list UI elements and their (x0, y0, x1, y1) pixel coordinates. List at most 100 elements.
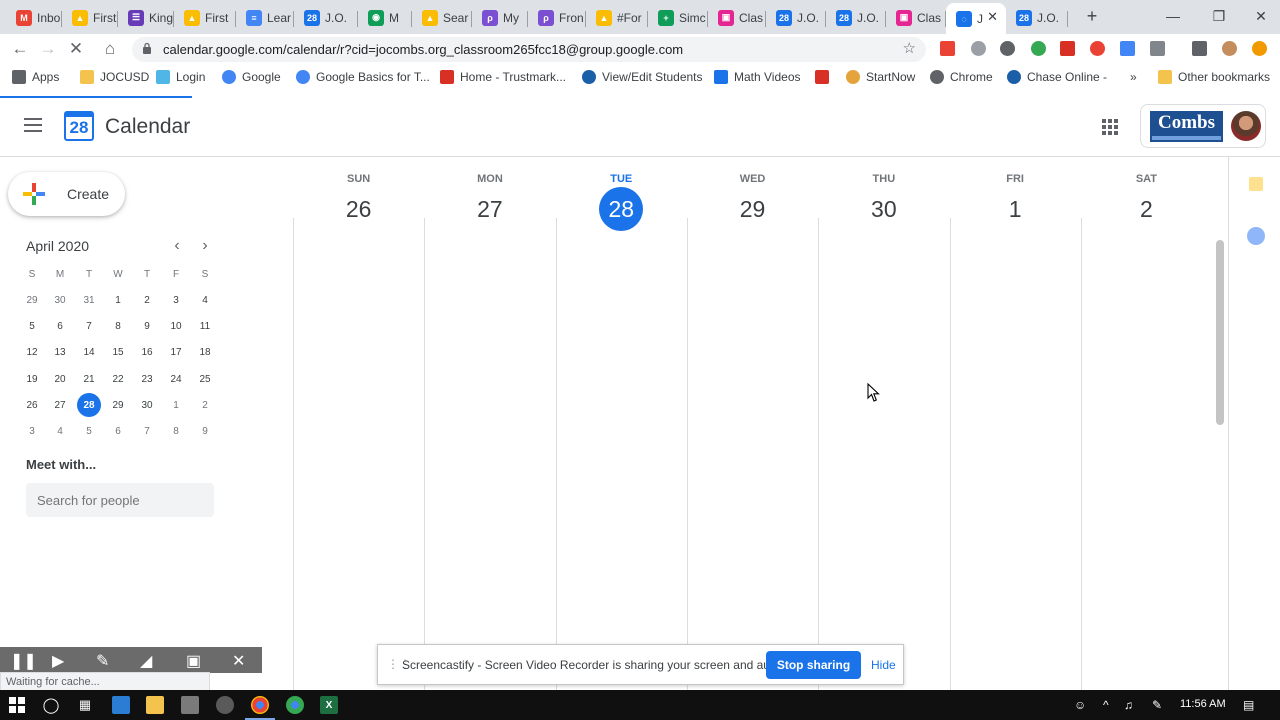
app-icon[interactable] (181, 696, 199, 714)
update-icon[interactable] (1252, 41, 1267, 56)
calendar-logo[interactable]: 28 (64, 111, 94, 141)
task-view-icon[interactable]: ▦ (76, 696, 94, 714)
close-tab-icon[interactable]: ✕ (987, 9, 998, 25)
mini-calendar-day[interactable]: 30 (48, 288, 72, 312)
mini-calendar-day[interactable]: 11 (193, 314, 217, 338)
screencastify-taskbar-icon[interactable] (216, 696, 234, 714)
back-icon[interactable]: ← (9, 38, 31, 60)
mini-calendar-day[interactable]: 14 (77, 340, 101, 364)
browser-tab[interactable]: ▣ Clas (708, 3, 766, 32)
mini-calendar-day[interactable]: 29 (106, 393, 130, 417)
day-column[interactable] (950, 218, 951, 690)
mini-calendar-day[interactable]: 21 (77, 367, 101, 391)
bookmark-star-icon[interactable]: ☆ (903, 39, 916, 57)
mini-calendar-day[interactable]: 6 (106, 419, 130, 443)
bookmark-item[interactable]: Chase Online - (1007, 70, 1107, 84)
mini-calendar-day[interactable]: 2 (193, 393, 217, 417)
day-column[interactable] (818, 218, 819, 690)
bookmark-item[interactable]: Google Basics for T... (296, 70, 430, 84)
mini-calendar-day[interactable]: 18 (193, 340, 217, 364)
browser-tab[interactable]: ρ Fron (528, 3, 586, 32)
reading-list-icon[interactable] (1192, 41, 1207, 56)
mini-calendar-day[interactable]: 6 (48, 314, 72, 338)
new-tab-button[interactable]: + (1070, 3, 1114, 29)
mini-calendar-day[interactable]: 4 (48, 419, 72, 443)
translate-extension-icon[interactable] (1120, 41, 1135, 56)
tasks-icon[interactable] (1247, 227, 1265, 245)
mini-calendar-day[interactable]: 2 (135, 288, 159, 312)
mini-calendar-day[interactable]: 8 (106, 314, 130, 338)
keep-icon[interactable] (1249, 177, 1263, 191)
day-column[interactable] (687, 218, 688, 690)
stop-sharing-button[interactable]: Stop sharing (766, 651, 861, 679)
mini-calendar-day[interactable]: 3 (164, 288, 188, 312)
extension-icon[interactable] (1090, 41, 1105, 56)
mini-calendar-day[interactable]: 28 (77, 393, 101, 417)
create-button[interactable]: Create (8, 172, 125, 216)
day-number[interactable]: 26 (337, 187, 381, 231)
day-number[interactable]: 27 (468, 187, 512, 231)
mini-calendar-day[interactable]: 3 (20, 419, 44, 443)
browser-tab[interactable]: ◉ M (358, 3, 412, 32)
browser-tab[interactable]: ◌ J ✕ (946, 3, 1006, 34)
browser-tab[interactable]: ▲ First (174, 3, 236, 32)
mini-calendar-day[interactable]: 24 (164, 367, 188, 391)
mini-calendar-day[interactable]: 31 (77, 288, 101, 312)
browser-tab[interactable]: ▣ Clas (886, 3, 946, 32)
prev-month-button[interactable]: ‹ (167, 236, 187, 256)
search-people-input[interactable] (26, 483, 214, 517)
close-icon[interactable]: ✕ (232, 651, 245, 671)
mini-calendar-day[interactable]: 25 (193, 367, 217, 391)
mini-calendar-day[interactable]: 22 (106, 367, 130, 391)
bookmark-item[interactable] (815, 70, 835, 84)
mini-calendar-day[interactable]: 17 (164, 340, 188, 364)
mini-calendar-day[interactable]: 4 (193, 288, 217, 312)
chrome-taskbar-icon[interactable] (286, 696, 304, 714)
mini-calendar-day[interactable]: 9 (135, 314, 159, 338)
windows-start-icon[interactable] (8, 696, 26, 714)
mini-calendar-day[interactable]: 15 (106, 340, 130, 364)
mini-calendar-day[interactable]: 10 (164, 314, 188, 338)
day-number[interactable]: 28 (599, 187, 644, 231)
browser-tab[interactable]: M Inbo (6, 3, 62, 32)
other-bookmarks[interactable]: Other bookmarks (1158, 70, 1270, 84)
bookmark-item[interactable]: JOCUSD (80, 70, 149, 84)
mini-calendar-day[interactable]: 5 (20, 314, 44, 338)
mini-calendar-day[interactable]: 23 (135, 367, 159, 391)
chrome-taskbar-icon[interactable] (245, 696, 275, 720)
mail-icon[interactable] (112, 696, 130, 714)
day-column[interactable] (424, 218, 425, 690)
mini-calendar-day[interactable]: 19 (20, 367, 44, 391)
hide-button[interactable]: Hide (871, 658, 896, 672)
day-number[interactable]: 2 (1124, 187, 1168, 231)
camera-icon[interactable]: ▣ (186, 651, 201, 671)
file-explorer-icon[interactable] (146, 696, 164, 714)
day-number[interactable]: 30 (862, 187, 906, 231)
browser-tab[interactable]: 28 J.O. (826, 3, 886, 32)
mini-calendar-day[interactable]: 30 (135, 393, 159, 417)
avatar[interactable] (1231, 111, 1261, 141)
bookmark-item[interactable]: Google (222, 70, 281, 84)
browser-tab[interactable]: ▲ #For (586, 3, 648, 32)
next-month-button[interactable]: › (195, 236, 215, 256)
screencastify-extension-icon[interactable] (1031, 41, 1046, 56)
day-column[interactable] (1081, 218, 1082, 690)
mini-calendar-day[interactable]: 9 (193, 419, 217, 443)
bookmarks-overflow-button[interactable]: » (1130, 70, 1137, 84)
bookmark-item[interactable]: Chrome (930, 70, 993, 84)
browser-tab[interactable]: 28 J.O. (766, 3, 826, 32)
mini-calendar-day[interactable]: 20 (48, 367, 72, 391)
main-menu-icon[interactable] (24, 118, 42, 132)
day-number[interactable]: 29 (731, 187, 775, 231)
clock[interactable]: 11:56 AM (1180, 698, 1226, 710)
account-switcher[interactable]: Combs (1140, 104, 1266, 148)
mini-calendar-day[interactable]: 1 (106, 288, 130, 312)
bookmark-item[interactable]: Math Videos (714, 70, 801, 84)
action-center-icon[interactable]: ▤ (1243, 698, 1254, 712)
forward-icon[interactable]: → (37, 38, 59, 60)
browser-tab[interactable]: + Simc (648, 3, 708, 32)
day-number[interactable]: 1 (993, 187, 1037, 231)
search-icon[interactable]: ◯ (42, 696, 60, 714)
mini-calendar-day[interactable]: 8 (164, 419, 188, 443)
browser-tab[interactable]: 28 J.O. (1006, 3, 1068, 32)
